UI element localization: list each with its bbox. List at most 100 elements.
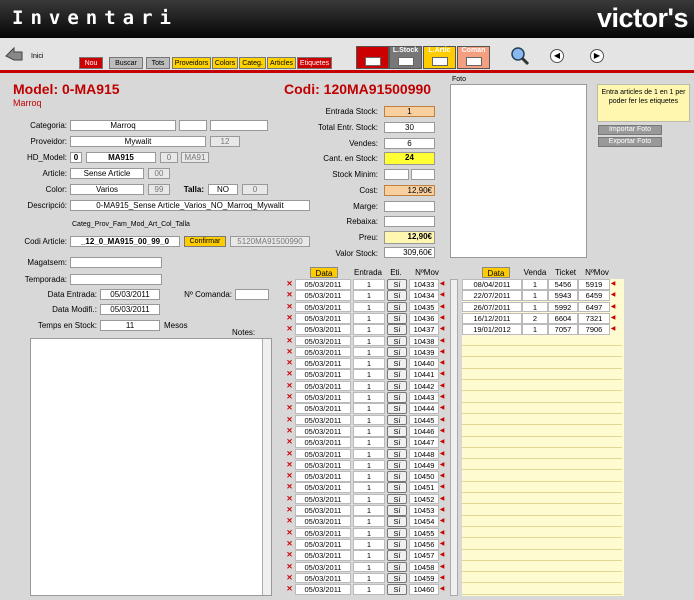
arrow-icon[interactable]: ◀ <box>439 460 445 471</box>
arrow-icon[interactable]: ◀ <box>439 381 445 392</box>
delete-icon[interactable]: ✕ <box>284 494 295 505</box>
delete-icon[interactable]: ✕ <box>284 573 295 584</box>
delete-icon[interactable]: ✕ <box>284 584 295 595</box>
article-field[interactable]: Sense Article <box>70 168 144 179</box>
delete-icon[interactable]: ✕ <box>284 290 295 301</box>
delete-icon[interactable]: ✕ <box>284 336 295 347</box>
entrada-stock-field[interactable]: 1 <box>384 106 435 117</box>
delete-icon[interactable]: ✕ <box>284 539 295 550</box>
etiqueta-button[interactable]: Sí <box>387 392 407 403</box>
etiqueta-button[interactable]: Sí <box>387 482 407 494</box>
delete-icon[interactable]: ✕ <box>284 426 295 437</box>
tab-etiquetes[interactable]: Etiquetes <box>297 57 332 69</box>
etiqueta-button[interactable]: Sí <box>387 346 407 358</box>
rebaixa-field[interactable] <box>384 216 435 227</box>
categoria-field[interactable]: Marroq <box>70 120 176 131</box>
descripcio-field[interactable]: 0-MA915_Sense Article_Varios_NO_Marroq_M… <box>70 200 310 211</box>
delete-icon[interactable]: ✕ <box>284 347 295 358</box>
delete-icon[interactable]: ✕ <box>284 449 295 460</box>
delete-icon[interactable]: ✕ <box>284 302 295 313</box>
hdmodel-a-field[interactable]: 0 <box>70 152 82 163</box>
arrow-icon[interactable]: ◀ <box>439 482 445 493</box>
delete-icon[interactable]: ✕ <box>284 313 295 324</box>
arrow-icon[interactable]: ◀ <box>439 279 445 290</box>
etiqueta-button[interactable]: Sí <box>387 380 407 392</box>
delete-icon[interactable]: ✕ <box>284 528 295 539</box>
arrow-icon[interactable]: ◀ <box>439 449 445 460</box>
arrow-icon[interactable]: ◀ <box>439 426 445 437</box>
etiqueta-button[interactable]: Sí <box>387 459 407 471</box>
arrow-icon[interactable]: ◀ <box>439 313 445 324</box>
etiqueta-button[interactable]: Sí <box>387 538 407 550</box>
tab-articles[interactable]: Articles <box>267 57 296 69</box>
color-field[interactable]: Varios <box>70 184 144 195</box>
etiqueta-button[interactable]: Sí <box>387 561 407 573</box>
arrow-icon[interactable]: ◀ <box>439 324 445 335</box>
delete-icon[interactable]: ✕ <box>284 358 295 369</box>
delete-icon[interactable]: ✕ <box>284 505 295 516</box>
arrow-icon[interactable]: ◀ <box>439 347 445 358</box>
foto-frame[interactable] <box>450 84 587 258</box>
arrow-icon[interactable]: ◀ <box>439 471 445 482</box>
delete-icon[interactable]: ✕ <box>284 562 295 573</box>
magatsem-field[interactable] <box>70 257 162 268</box>
tab-lstock[interactable]: L.Stock <box>389 46 422 69</box>
tab-colors[interactable]: Colors <box>212 57 238 69</box>
search-icon[interactable] <box>510 46 530 66</box>
delete-icon[interactable]: ✕ <box>284 403 295 414</box>
arrow-icon[interactable]: ◀ <box>439 573 445 584</box>
arrow-icon[interactable]: ◀ <box>439 392 445 403</box>
confirmar-button[interactable]: Confirmar <box>184 236 226 247</box>
marge-field[interactable] <box>384 201 435 212</box>
talla-field[interactable]: NO <box>208 184 238 195</box>
sales-header-data[interactable]: Data <box>482 267 510 278</box>
temporada-field[interactable] <box>70 274 162 285</box>
importar-foto-button[interactable]: Importar Foto <box>598 125 662 135</box>
arrow-icon[interactable]: ◀ <box>439 415 445 426</box>
etiqueta-button[interactable]: Sí <box>387 550 407 561</box>
tab-tots[interactable]: Tots <box>146 57 170 69</box>
arrow-icon[interactable]: ◀ <box>439 584 445 595</box>
delete-icon[interactable]: ✕ <box>284 516 295 527</box>
arrow-icon[interactable]: ◀ <box>439 516 445 527</box>
etiqueta-button[interactable]: Sí <box>387 516 407 527</box>
delete-icon[interactable]: ✕ <box>284 482 295 493</box>
arrow-icon[interactable]: ◀ <box>439 403 445 414</box>
arrow-icon[interactable]: ◀ <box>610 313 616 324</box>
tab-lartic[interactable]: L.Artic <box>423 46 456 69</box>
arrow-icon[interactable]: ◀ <box>439 539 445 550</box>
home-button[interactable] <box>4 44 24 64</box>
delete-icon[interactable]: ✕ <box>284 415 295 426</box>
arrow-icon[interactable]: ◀ <box>439 505 445 516</box>
delete-icon[interactable]: ✕ <box>284 381 295 392</box>
tab-categ[interactable]: Categ. <box>239 57 266 69</box>
arrow-icon[interactable]: ◀ <box>439 302 445 313</box>
etiqueta-button[interactable]: Sí <box>387 290 407 301</box>
proveidor-field[interactable]: Mywalit <box>70 136 206 147</box>
etiqueta-button[interactable]: Sí <box>387 369 407 381</box>
delete-icon[interactable]: ✕ <box>284 437 295 448</box>
entries-header-data[interactable]: Data <box>310 267 338 278</box>
etiqueta-button[interactable]: Sí <box>387 358 407 369</box>
etiqueta-button[interactable]: Sí <box>387 312 407 324</box>
etiqueta-button[interactable]: Sí <box>387 437 407 448</box>
hdmodel-b-field[interactable]: MA915 <box>86 152 156 163</box>
comanda-field[interactable] <box>235 289 269 300</box>
data-entrada-field[interactable]: 05/03/2011 <box>100 289 160 300</box>
arrow-icon[interactable]: ◀ <box>610 302 616 313</box>
arrow-icon[interactable]: ◀ <box>610 290 616 301</box>
etiqueta-button[interactable]: Sí <box>387 448 407 460</box>
data-modifi-field[interactable]: 05/03/2011 <box>100 304 160 315</box>
arrow-icon[interactable]: ◀ <box>439 290 445 301</box>
entries-scrollbar[interactable] <box>450 279 458 596</box>
tab-proveidors[interactable]: Proveidors <box>172 57 211 69</box>
cost-field[interactable]: 12,90€ <box>384 185 435 196</box>
etiqueta-button[interactable]: Sí <box>387 572 407 584</box>
notes-textarea[interactable] <box>30 338 272 596</box>
categoria-extra-field[interactable] <box>179 120 207 131</box>
tab-fitxa[interactable] <box>356 46 389 69</box>
arrow-icon[interactable]: ◀ <box>610 324 616 335</box>
delete-icon[interactable]: ✕ <box>284 460 295 471</box>
tab-nou[interactable]: Nou <box>79 57 103 69</box>
etiqueta-button[interactable]: Sí <box>387 324 407 335</box>
